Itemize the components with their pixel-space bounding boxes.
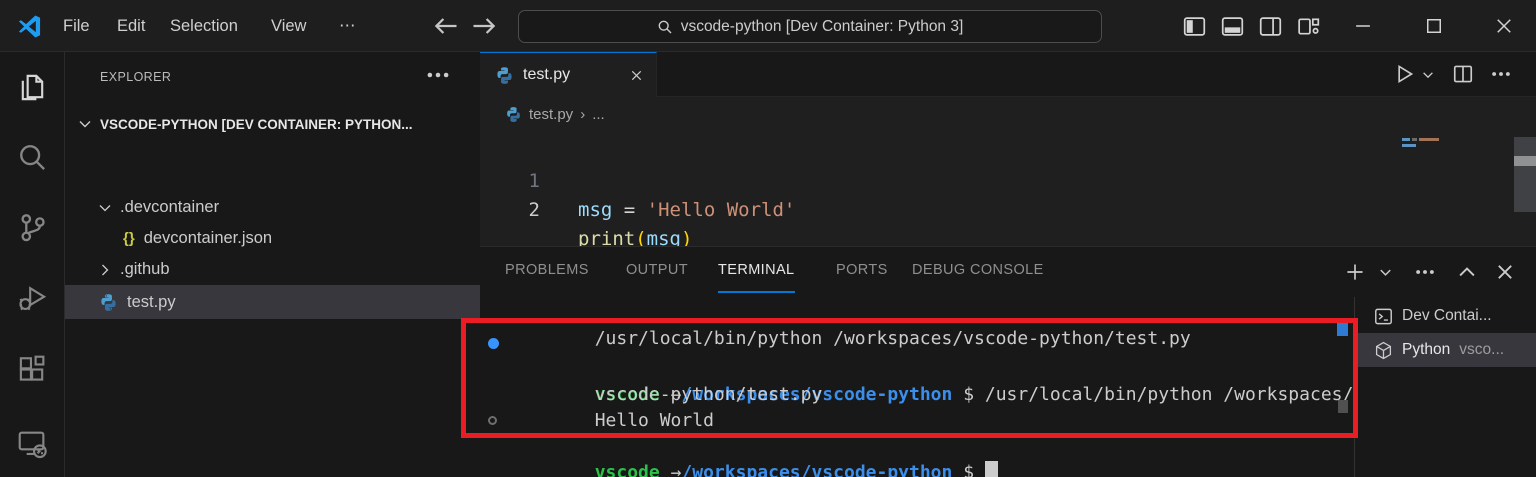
terminal-viewport[interactable]: /usr/local/bin/python /workspaces/vscode… <box>486 297 1353 477</box>
breadcrumb-symbol[interactable]: ... <box>592 106 605 123</box>
command-decoration-icon[interactable] <box>488 416 497 425</box>
panel-more-actions-icon[interactable] <box>1414 261 1436 283</box>
customize-layout-icon[interactable] <box>1297 15 1320 38</box>
code-line-2: 2 print(msg) <box>480 167 1536 250</box>
tab-terminal[interactable]: TERMINAL <box>718 247 795 293</box>
editor-tab-bar: test.py <box>480 52 1536 97</box>
python-terminal-cube-icon <box>1374 341 1393 360</box>
line-number: 2 <box>528 199 540 221</box>
minimize-button[interactable] <box>1353 16 1373 36</box>
workspace-section-label: VSCODE-PYTHON [DEV CONTAINER: PYTHON... <box>100 116 413 132</box>
explorer-title: EXPLORER <box>100 70 172 84</box>
breadcrumb-file[interactable]: test.py <box>529 106 573 123</box>
run-dropdown-chevron-icon[interactable] <box>1421 68 1435 82</box>
close-window-button[interactable] <box>1494 16 1514 36</box>
chevron-right-icon <box>97 262 113 278</box>
terminal-prompt-line-2: vscode →/workspaces/vscode-python $ <box>486 408 998 477</box>
menu-more-icon[interactable]: ⋯ <box>326 0 369 52</box>
terminal-list-sash[interactable] <box>1354 297 1355 477</box>
tab-problems[interactable]: PROBLEMS <box>505 247 589 293</box>
tree-item-label: .devcontainer <box>120 198 220 216</box>
run-and-debug-icon[interactable] <box>17 282 48 313</box>
terminal-icon <box>1374 307 1393 326</box>
terminal-prompt-line-1: vscode →/workspaces/vscode-python $ /usr… <box>486 330 1353 405</box>
editor-scrollbar[interactable] <box>1514 137 1536 212</box>
tab-ports[interactable]: PORTS <box>836 247 888 293</box>
tree-item-devcontainer-folder[interactable]: .devcontainer <box>65 192 480 223</box>
command-center-search[interactable]: vscode-python [Dev Container: Python 3] <box>518 10 1102 43</box>
terminal-launch-chevron-icon[interactable] <box>1378 265 1393 280</box>
python-file-icon <box>505 106 522 123</box>
forward-arrow-icon[interactable] <box>470 12 498 40</box>
chevron-down-icon <box>97 200 113 216</box>
terminal-cursor <box>984 461 998 477</box>
run-python-file-icon[interactable] <box>1393 63 1415 85</box>
maximize-panel-icon[interactable] <box>1456 261 1478 283</box>
explorer-more-actions-icon[interactable] <box>425 62 451 88</box>
terminal-command-wrap-line: vscode-python/test.py <box>594 384 823 405</box>
split-editor-icon[interactable] <box>1452 63 1474 85</box>
json-file-icon: {} <box>123 230 135 247</box>
terminal-tab-python[interactable]: Python vsco... <box>1356 333 1536 367</box>
extensions-icon[interactable] <box>17 354 48 385</box>
title-bar: File Edit Selection View ⋯ vscode-python… <box>0 0 1536 52</box>
breadcrumb: test.py › ... <box>480 97 1536 131</box>
remote-explorer-icon[interactable] <box>17 428 48 459</box>
python-file-icon <box>99 293 118 312</box>
command-center-label: vscode-python [Dev Container: Python 3] <box>680 17 964 35</box>
workspace-section-header[interactable]: VSCODE-PYTHON [DEV CONTAINER: PYTHON... <box>65 108 480 140</box>
terminal-tab-detail: vsco... <box>1459 341 1505 358</box>
new-terminal-icon[interactable] <box>1344 261 1366 283</box>
vscode-window: File Edit Selection View ⋯ vscode-python… <box>0 0 1536 477</box>
breadcrumb-separator-icon: › <box>580 105 586 123</box>
back-arrow-icon[interactable] <box>432 12 460 40</box>
terminal-tab-label: Dev Contai... <box>1402 307 1492 324</box>
toggle-secondary-sidebar-icon[interactable] <box>1259 15 1282 38</box>
menu-file[interactable]: File <box>50 0 103 52</box>
vscode-logo-icon <box>16 13 43 40</box>
terminal-overview-mark <box>1337 323 1348 336</box>
tree-item-label: devcontainer.json <box>143 229 273 247</box>
activity-bar <box>0 52 65 477</box>
editor-more-actions-icon[interactable] <box>1490 63 1512 85</box>
python-file-icon <box>495 66 514 85</box>
tree-item-devcontainer-json[interactable]: {} devcontainer.json <box>65 223 480 254</box>
toggle-panel-icon[interactable] <box>1221 15 1244 38</box>
code-line-1: 1 msg = 'Hello World' <box>480 138 1536 221</box>
tab-label: test.py <box>523 66 571 83</box>
terminal-output-line: Hello World <box>594 410 714 431</box>
terminal-history-line: /usr/local/bin/python /workspaces/vscode… <box>594 328 1191 349</box>
tab-close-icon[interactable] <box>629 68 644 83</box>
search-icon <box>657 19 673 35</box>
tab-output[interactable]: OUTPUT <box>626 247 688 293</box>
terminal-scrollbar-thumb[interactable] <box>1338 400 1348 413</box>
tree-item-test-py[interactable]: test.py <box>65 285 480 319</box>
tree-item-label: test.py <box>127 292 176 311</box>
explorer-sidebar: EXPLORER VSCODE-PYTHON [DEV CONTAINER: P… <box>65 52 480 477</box>
menu-view[interactable]: View <box>258 0 319 52</box>
source-control-icon[interactable] <box>17 212 48 243</box>
chevron-down-icon <box>77 116 93 132</box>
terminal-tab-dev-container[interactable]: Dev Contai... <box>1356 299 1536 333</box>
command-decoration-icon[interactable] <box>488 338 499 349</box>
terminal-tab-label: Python <box>1402 341 1451 358</box>
search-view-icon[interactable] <box>17 142 48 173</box>
tab-debug-console[interactable]: DEBUG CONSOLE <box>912 247 1044 293</box>
close-panel-icon[interactable] <box>1494 261 1516 283</box>
minimap[interactable] <box>1400 137 1490 151</box>
toggle-sidebar-icon[interactable] <box>1183 15 1206 38</box>
menu-selection[interactable]: Selection <box>157 0 251 52</box>
code-editor[interactable]: 1 msg = 'Hello World' 2 print(msg) <box>480 131 1536 250</box>
tree-item-github-folder[interactable]: .github <box>65 254 480 285</box>
tab-test-py[interactable]: test.py <box>480 52 657 97</box>
menu-edit[interactable]: Edit <box>104 0 158 52</box>
bottom-panel: PROBLEMS OUTPUT TERMINAL PORTS DEBUG CON… <box>480 246 1536 477</box>
maximize-button[interactable] <box>1424 16 1444 36</box>
explorer-icon[interactable] <box>17 72 48 103</box>
terminal-tabs-list: Dev Contai... Python vsco... <box>1356 297 1536 477</box>
editor-scrollbar-thumb[interactable] <box>1514 156 1536 166</box>
tree-item-label: .github <box>120 260 170 278</box>
